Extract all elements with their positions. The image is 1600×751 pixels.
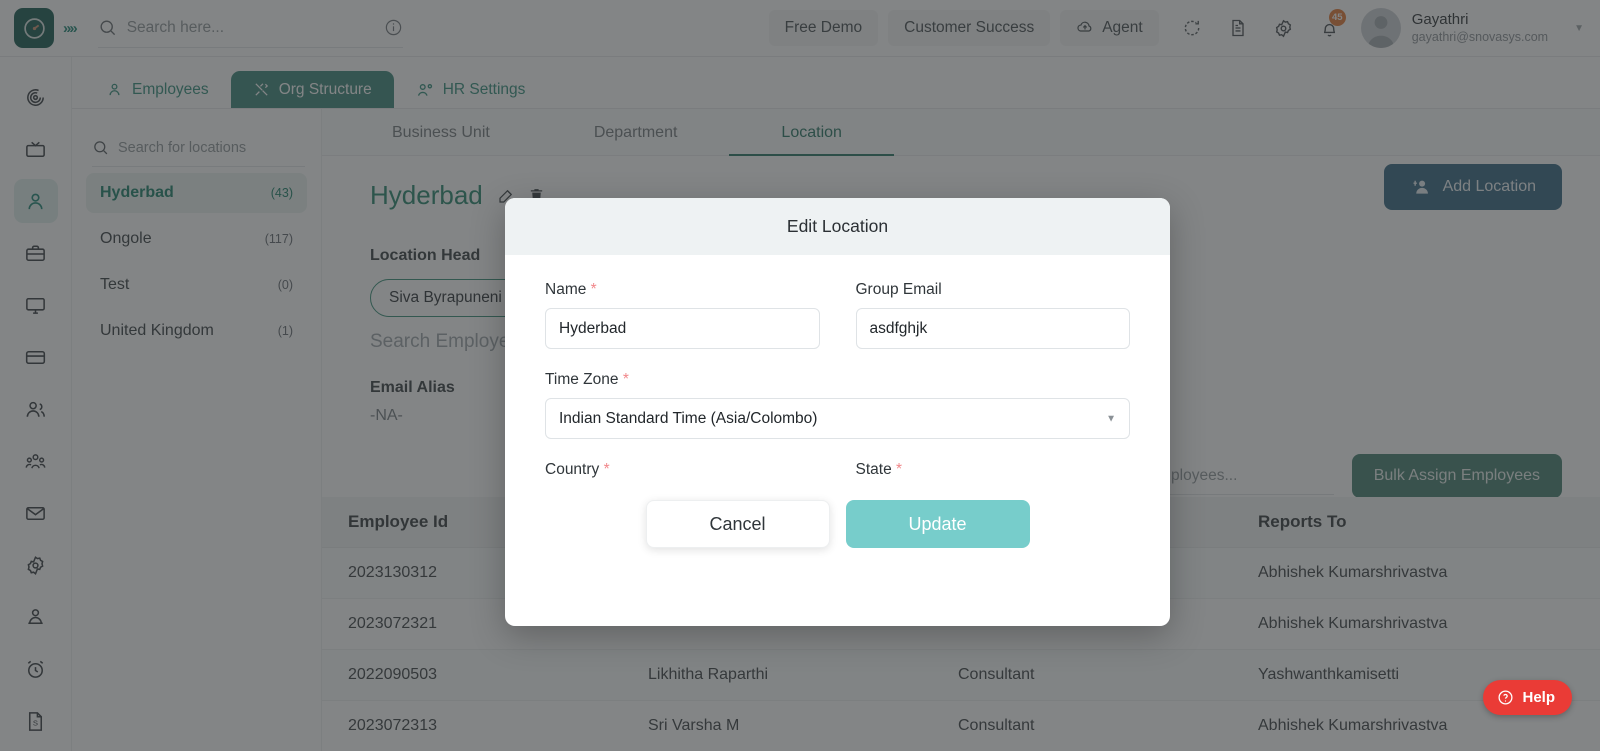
field-time-zone-label: Time Zone *	[545, 371, 1130, 389]
field-country-label-text: Country	[545, 461, 600, 478]
field-time-zone: Time Zone * Indian Standard Time (Asia/C…	[545, 371, 1130, 439]
modal-body: Name * Hyderbad Group Email asdfghjk Tim…	[505, 255, 1170, 569]
modal-row-timezone: Time Zone * Indian Standard Time (Asia/C…	[545, 371, 1130, 439]
question-circle-icon	[1497, 689, 1514, 706]
field-name: Name * Hyderbad	[545, 281, 820, 349]
field-group-email: Group Email asdfghjk	[855, 281, 1130, 349]
update-button[interactable]: Update	[845, 500, 1030, 548]
field-group-email-label: Group Email	[855, 281, 942, 298]
field-country-label: Country *	[545, 461, 820, 479]
required-marker: *	[603, 461, 610, 478]
cancel-button[interactable]: Cancel	[645, 500, 830, 548]
help-button[interactable]: Help	[1483, 680, 1572, 715]
field-state-label-text: State	[855, 461, 892, 478]
required-marker: *	[622, 371, 629, 388]
time-zone-value: Indian Standard Time (Asia/Colombo)	[559, 409, 818, 427]
edit-location-modal: Edit Location Name * Hyderbad Group Emai…	[505, 198, 1170, 626]
required-marker: *	[590, 281, 597, 298]
field-name-label: Name *	[545, 281, 820, 299]
time-zone-select[interactable]: Indian Standard Time (Asia/Colombo) ▼	[545, 398, 1130, 439]
modal-title: Edit Location	[505, 198, 1170, 255]
group-email-input[interactable]: asdfghjk	[855, 308, 1130, 349]
field-state-label: State *	[856, 461, 1131, 479]
app-root: »» Free Demo Cu	[0, 0, 1600, 751]
field-name-label-text: Name	[545, 281, 587, 298]
modal-row-name-email: Name * Hyderbad Group Email asdfghjk	[545, 281, 1130, 349]
help-label: Help	[1522, 689, 1555, 706]
chevron-down-icon: ▼	[1106, 413, 1116, 424]
name-input[interactable]: Hyderbad	[545, 308, 820, 349]
field-time-zone-label-text: Time Zone	[545, 371, 619, 388]
modal-footer: Cancel Update	[505, 479, 1170, 569]
required-marker: *	[896, 461, 903, 478]
